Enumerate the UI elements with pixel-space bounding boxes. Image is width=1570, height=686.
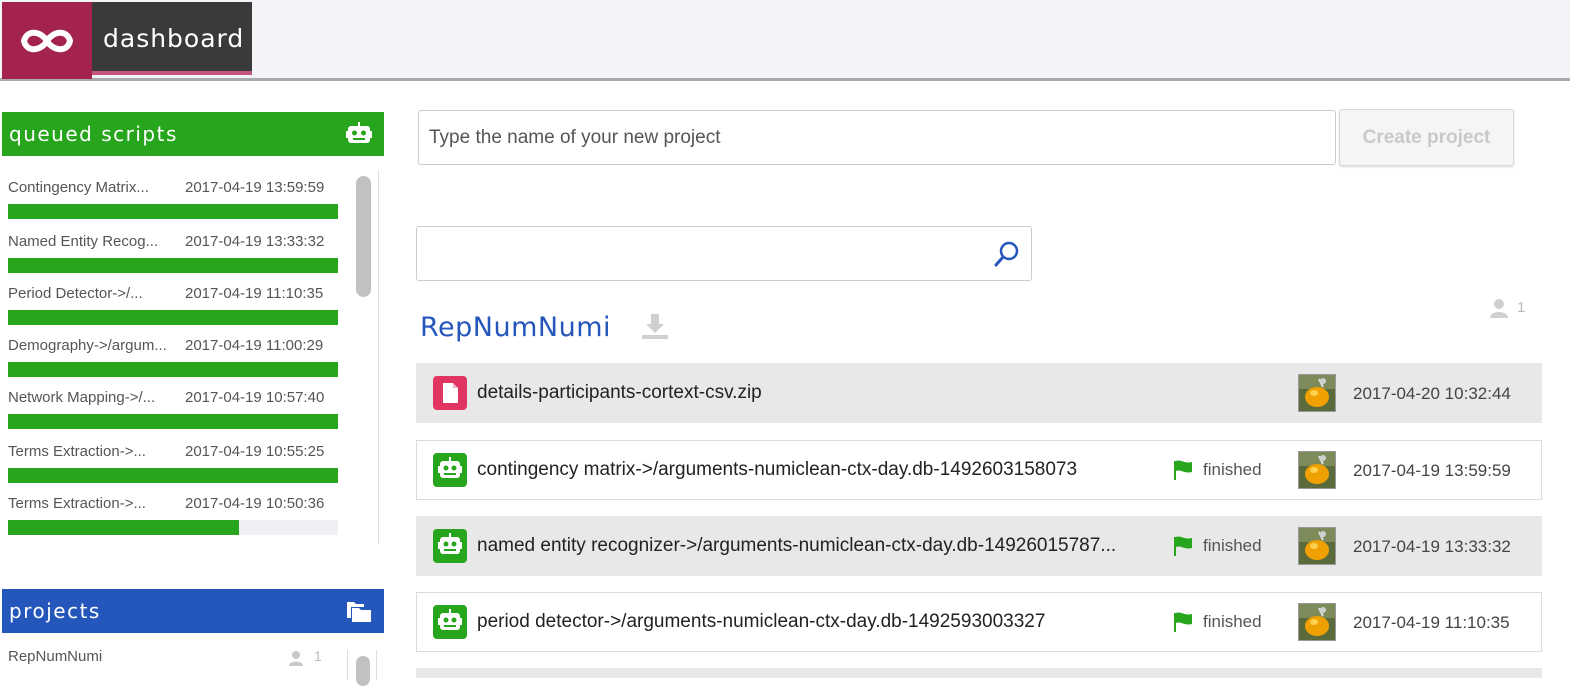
- file-timestamp: 2017-04-19 13:33:32: [1353, 537, 1511, 556]
- queue-progress-bar: [8, 520, 338, 535]
- queue-item[interactable]: Contingency Matrix... 2017-04-19 13:59:5…: [8, 174, 338, 226]
- queue-item-time: 2017-04-19 11:10:35: [185, 285, 324, 302]
- robot-icon: [346, 122, 372, 143]
- folders-icon: [347, 602, 371, 622]
- queue-item-time: 2017-04-19 13:33:32: [185, 233, 325, 250]
- avatar: [1298, 527, 1336, 565]
- flag-icon: [1174, 612, 1192, 632]
- file-timestamp: 2017-04-20 10:32:44: [1353, 384, 1511, 403]
- file-name[interactable]: contingency matrix->/arguments-numiclean…: [477, 459, 1077, 481]
- robot-icon: [433, 605, 467, 639]
- search-box[interactable]: [416, 226, 1032, 281]
- queue-item-name: Demography->/argum...: [8, 337, 167, 354]
- queue-item-time: 2017-04-19 11:00:29: [185, 337, 324, 354]
- queue-item-name: Contingency Matrix...: [8, 179, 149, 196]
- status-label: finished: [1203, 536, 1262, 555]
- queued-scripts-title: queued scripts: [9, 122, 178, 146]
- queued-scripts-list: Contingency Matrix... 2017-04-19 13:59:5…: [0, 170, 379, 544]
- queue-item[interactable]: Network Mapping->/... 2017-04-19 10:57:4…: [8, 384, 338, 436]
- project-list-item[interactable]: RepNumNumi 1: [8, 648, 328, 670]
- user-icon: [289, 651, 303, 666]
- project-list-item-name: RepNumNumi: [8, 648, 103, 665]
- queue-item-time: 2017-04-19 10:55:25: [185, 443, 325, 460]
- download-icon[interactable]: [640, 311, 670, 341]
- queue-item-time: 2017-04-19 13:59:59: [185, 179, 325, 196]
- dashboard-link[interactable]: dashboard: [92, 2, 252, 75]
- user-icon: [1490, 299, 1508, 318]
- project-title[interactable]: RepNumNumi: [420, 312, 611, 343]
- queue-item-name: Network Mapping->/...: [8, 389, 156, 406]
- queue-item[interactable]: Named Entity Recog... 2017-04-19 13:33:3…: [8, 228, 338, 280]
- queue-item-name: Terms Extraction->...: [8, 495, 146, 512]
- queue-item[interactable]: Terms Extraction->... 2017-04-19 10:55:2…: [8, 438, 338, 490]
- status-label: finished: [1203, 460, 1262, 479]
- queue-item-time: 2017-04-19 10:50:36: [185, 495, 325, 512]
- new-project-name-input[interactable]: [418, 110, 1336, 165]
- search-icon[interactable]: [993, 240, 1021, 268]
- file-row[interactable]: details-participants-cortext-csv.zip 201…: [416, 363, 1542, 423]
- queue-scrollbar-thumb[interactable]: [356, 176, 371, 297]
- file-name[interactable]: details-participants-cortext-csv.zip: [477, 382, 762, 404]
- queued-scripts-header: queued scripts: [2, 112, 384, 156]
- avatar: [1298, 451, 1336, 489]
- queue-progress-bar: [8, 258, 338, 273]
- file-timestamp: 2017-04-19 13:59:59: [1353, 461, 1511, 480]
- file-name[interactable]: named entity recognizer->/arguments-numi…: [477, 535, 1116, 557]
- file-icon: [433, 376, 467, 410]
- queue-item-name: Period Detector->/...: [8, 285, 143, 302]
- search-input[interactable]: [425, 237, 989, 271]
- flag-icon: [1174, 536, 1192, 556]
- infinity-logo-icon[interactable]: [2, 2, 92, 79]
- queue-item-name: Terms Extraction->...: [8, 443, 146, 460]
- robot-icon: [433, 453, 467, 487]
- top-navbar: dashboard: [0, 0, 1570, 81]
- file-row[interactable]: period detector->/arguments-numiclean-ct…: [416, 592, 1542, 652]
- avatar: [1298, 374, 1336, 412]
- project-member-count: 1: [314, 648, 322, 664]
- queue-progress-bar: [8, 414, 338, 429]
- queue-item[interactable]: Demography->/argum... 2017-04-19 11:00:2…: [8, 332, 338, 384]
- avatar: [1298, 603, 1336, 641]
- file-row[interactable]: named entity recognizer->/arguments-numi…: [416, 516, 1542, 576]
- file-row[interactable]: contingency matrix->/arguments-numiclean…: [416, 440, 1542, 500]
- projects-header: projects: [2, 589, 384, 633]
- project-member-count: 1: [1517, 299, 1526, 316]
- robot-icon: [433, 529, 467, 563]
- create-project-button[interactable]: Create project: [1339, 109, 1514, 166]
- flag-icon: [1174, 460, 1192, 480]
- file-timestamp: 2017-04-19 11:10:35: [1353, 613, 1510, 632]
- file-row[interactable]: [416, 668, 1542, 678]
- queue-progress-bar: [8, 362, 338, 377]
- queue-item-name: Named Entity Recog...: [8, 233, 159, 250]
- queue-progress-bar: [8, 310, 338, 325]
- queue-item[interactable]: Terms Extraction->... 2017-04-19 10:50:3…: [8, 490, 338, 542]
- queue-progress-bar: [8, 468, 338, 483]
- projects-title: projects: [9, 599, 101, 623]
- file-name[interactable]: period detector->/arguments-numiclean-ct…: [477, 611, 1045, 633]
- queue-item[interactable]: Period Detector->/... 2017-04-19 11:10:3…: [8, 280, 338, 332]
- status-label: finished: [1203, 612, 1262, 631]
- queue-item-time: 2017-04-19 10:57:40: [185, 389, 325, 406]
- queue-progress-bar: [8, 204, 338, 219]
